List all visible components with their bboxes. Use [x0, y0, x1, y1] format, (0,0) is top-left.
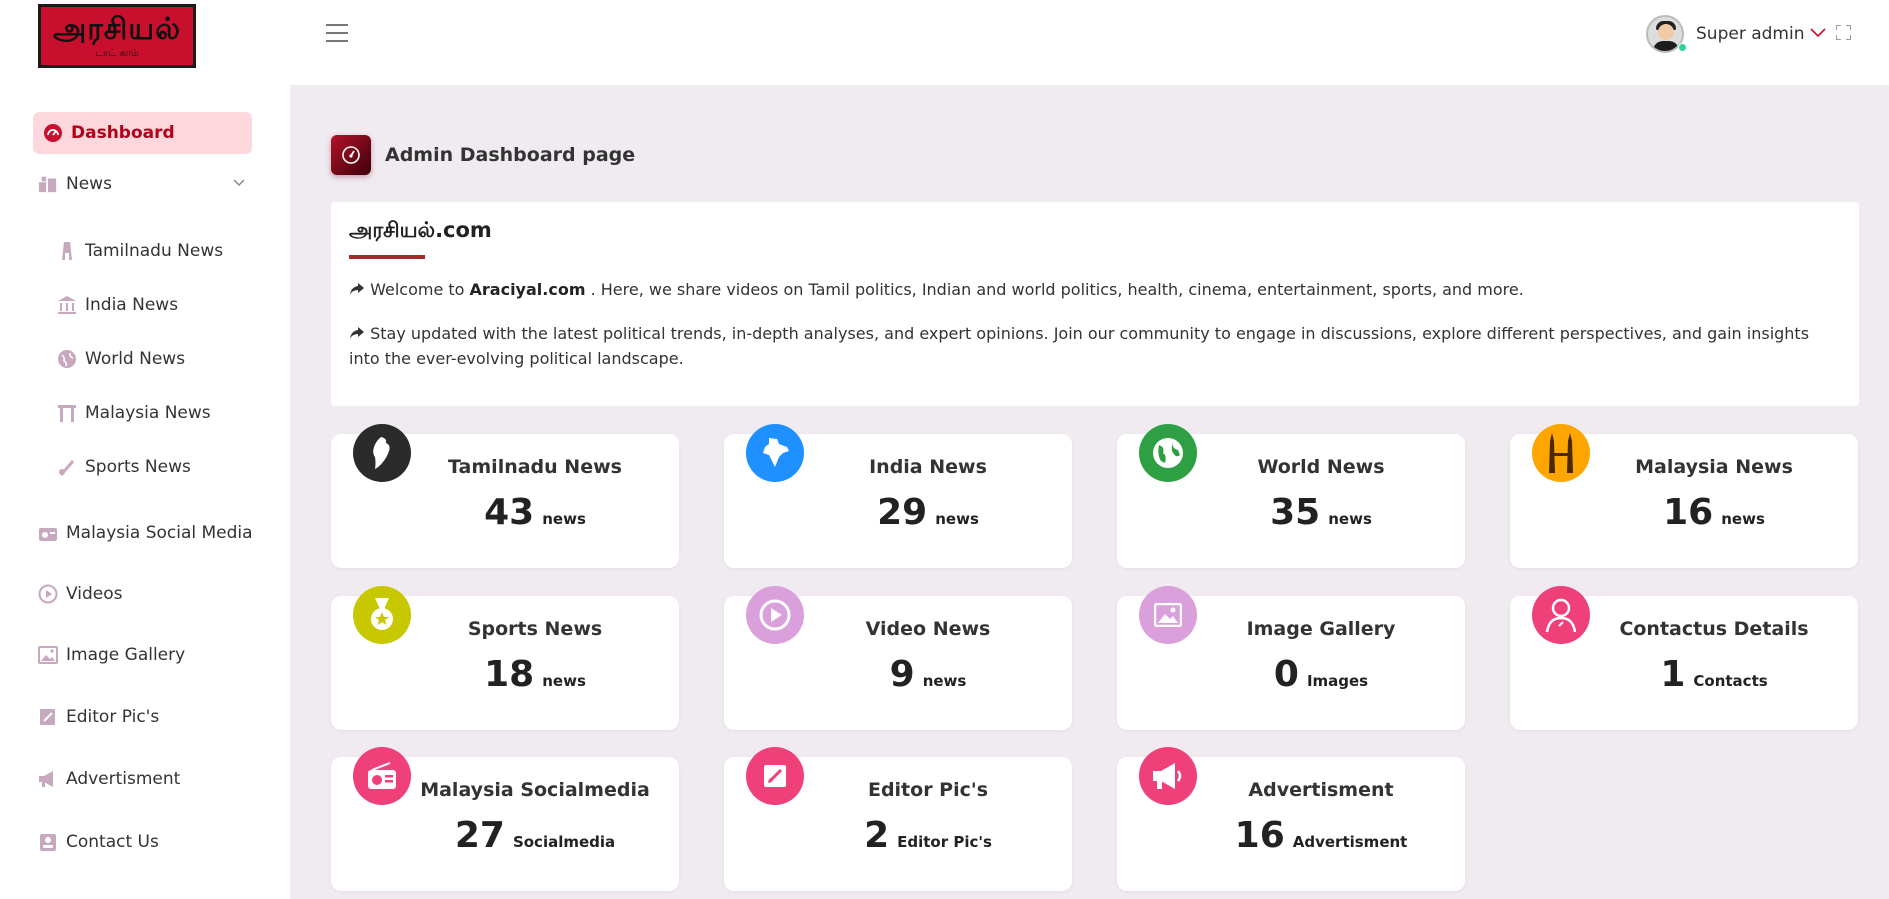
- sidebar-item-videos[interactable]: Videos: [38, 584, 123, 604]
- stat-card-malaysia-news[interactable]: Malaysia News 16 news: [1510, 424, 1858, 568]
- title-underline: [349, 255, 425, 259]
- sidebar-item-label: News: [66, 174, 112, 194]
- brand-name: Araciyal.com: [469, 280, 586, 299]
- logo-sub-text: டாட் காம்: [95, 48, 139, 59]
- stat-title: Malaysia Socialmedia: [420, 779, 650, 801]
- stat-card-editor-pics[interactable]: Editor Pic's 2 Editor Pic's: [724, 747, 1072, 891]
- sidebar-item-editor-pics[interactable]: Editor Pic's: [38, 707, 159, 727]
- bank-icon: [57, 295, 77, 315]
- main-content: Admin Dashboard page அரசியல்.com Welcome…: [290, 85, 1889, 899]
- sidebar-item-malaysia-social-media[interactable]: Malaysia Social Media: [38, 523, 253, 543]
- sidebar-item-label: Malaysia Social Media: [66, 523, 253, 543]
- share-arrow-icon: [349, 324, 370, 343]
- stat-card-sports-news[interactable]: Sports News 18 news: [331, 586, 679, 730]
- sidebar-item-tamilnadu-news[interactable]: Tamilnadu News: [57, 241, 223, 261]
- username: Super admin: [1696, 24, 1805, 44]
- stat-count: 35 news: [1270, 492, 1372, 533]
- sidebar-item-label: Contact Us: [66, 832, 159, 852]
- temple-icon: [57, 241, 77, 261]
- dashboard-icon: [43, 123, 63, 143]
- page-title: Admin Dashboard page: [385, 144, 636, 166]
- news-icon: [38, 174, 58, 194]
- site-logo[interactable]: அரசியல் டாட் காம்: [38, 4, 196, 68]
- stat-card-image-gallery[interactable]: Image Gallery 0 Images: [1117, 586, 1465, 730]
- sidebar-item-label: Image Gallery: [66, 645, 186, 665]
- stat-count: 1 Contacts: [1660, 654, 1768, 695]
- share-arrow-icon: [349, 280, 370, 299]
- play-circle-icon: [38, 584, 58, 604]
- sidebar-item-contact-us[interactable]: Contact Us: [38, 832, 159, 852]
- stat-title: Malaysia News: [1635, 456, 1793, 478]
- logo-main-text: அரசியல்: [53, 12, 181, 47]
- stat-title: India News: [869, 456, 987, 478]
- stat-title: World News: [1257, 456, 1385, 478]
- megaphone-icon: [38, 769, 58, 789]
- stat-count: 29 news: [877, 492, 979, 533]
- sidebar-item-label: Malaysia News: [85, 403, 211, 423]
- stat-title: Tamilnadu News: [448, 456, 622, 478]
- sidebar: அரசியல் டாட் காம் Dashboard News Tamilna…: [0, 0, 290, 899]
- speedometer-icon: [331, 135, 371, 175]
- intro-card: அரசியல்.com Welcome to Araciyal.com . He…: [331, 202, 1859, 406]
- gate-icon: [57, 403, 77, 423]
- stat-card-tamilnadu-news[interactable]: Tamilnadu News 43 news: [331, 424, 679, 568]
- stat-title: Image Gallery: [1246, 618, 1396, 640]
- online-status-dot: [1678, 43, 1687, 52]
- stat-card-world-news[interactable]: World News 35 news: [1117, 424, 1465, 568]
- sidebar-item-sports-news[interactable]: Sports News: [57, 457, 191, 477]
- chevron-down-icon[interactable]: [233, 176, 245, 190]
- stat-card-malaysia-socialmedia[interactable]: Malaysia Socialmedia 27 Socialmedia: [331, 747, 679, 891]
- sidebar-item-label: World News: [85, 349, 186, 369]
- topbar: Super admin: [290, 0, 1889, 85]
- stat-count: 0 Images: [1273, 654, 1369, 695]
- sidebar-item-news[interactable]: News: [38, 174, 112, 194]
- stat-count: 43 news: [484, 492, 586, 533]
- chevron-down-icon[interactable]: [1810, 26, 1827, 42]
- sidebar-item-dashboard[interactable]: Dashboard: [33, 112, 252, 154]
- stat-title: Sports News: [467, 618, 603, 640]
- stat-count: 18 news: [484, 654, 586, 695]
- stat-count: 9 news: [889, 654, 967, 695]
- sidebar-item-advertisment[interactable]: Advertisment: [38, 769, 180, 789]
- intro-title: அரசியல்.com: [349, 218, 492, 242]
- stat-title: Video News: [865, 618, 991, 640]
- stat-count: 2 Editor Pic's: [864, 815, 992, 856]
- fullscreen-icon[interactable]: [1836, 25, 1851, 40]
- contact-card-icon: [38, 832, 58, 852]
- sidebar-item-label: Videos: [66, 584, 123, 604]
- sidebar-item-label: Dashboard: [71, 123, 175, 143]
- page-header: Admin Dashboard page: [331, 135, 635, 175]
- user-menu[interactable]: Super admin: [1646, 15, 1827, 53]
- sidebar-item-label: Sports News: [85, 457, 191, 477]
- stat-title: Contactus Details: [1619, 618, 1809, 640]
- sidebar-item-label: Editor Pic's: [66, 707, 160, 727]
- globe-icon: [57, 349, 77, 369]
- stat-card-video-news[interactable]: Video News 9 news: [724, 586, 1072, 730]
- sports-icon: [57, 457, 77, 477]
- stat-count: 16 news: [1663, 492, 1765, 533]
- stat-card-advertisment[interactable]: Advertisment 16 Advertisment: [1117, 747, 1465, 891]
- sidebar-item-image-gallery[interactable]: Image Gallery: [38, 645, 185, 665]
- avatar[interactable]: [1646, 15, 1687, 53]
- intro-paragraph-2: Stay updated with the latest political t…: [349, 324, 1810, 368]
- radio-icon: [38, 523, 58, 543]
- image-icon: [38, 645, 58, 665]
- sidebar-item-label: India News: [85, 295, 179, 315]
- stat-title: Advertisment: [1248, 779, 1394, 801]
- sidebar-item-malaysia-news[interactable]: Malaysia News: [57, 403, 211, 423]
- sidebar-item-india-news[interactable]: India News: [57, 295, 178, 315]
- edit-note-icon: [38, 707, 58, 727]
- sidebar-item-world-news[interactable]: World News: [57, 349, 185, 369]
- stat-card-india-news[interactable]: India News 29 news: [724, 424, 1072, 568]
- sidebar-item-label: Advertisment: [66, 769, 181, 789]
- stat-count: 16 Advertisment: [1234, 815, 1408, 856]
- stat-title: Editor Pic's: [867, 779, 989, 801]
- stat-count: 27 Socialmedia: [454, 815, 616, 856]
- sidebar-item-label: Tamilnadu News: [85, 241, 224, 261]
- hamburger-menu-icon[interactable]: [326, 24, 348, 42]
- intro-paragraph-1: Welcome to Araciyal.com . Here, we share…: [349, 277, 1839, 302]
- stat-card-contactus-details[interactable]: Contactus Details 1 Contacts: [1510, 586, 1858, 730]
